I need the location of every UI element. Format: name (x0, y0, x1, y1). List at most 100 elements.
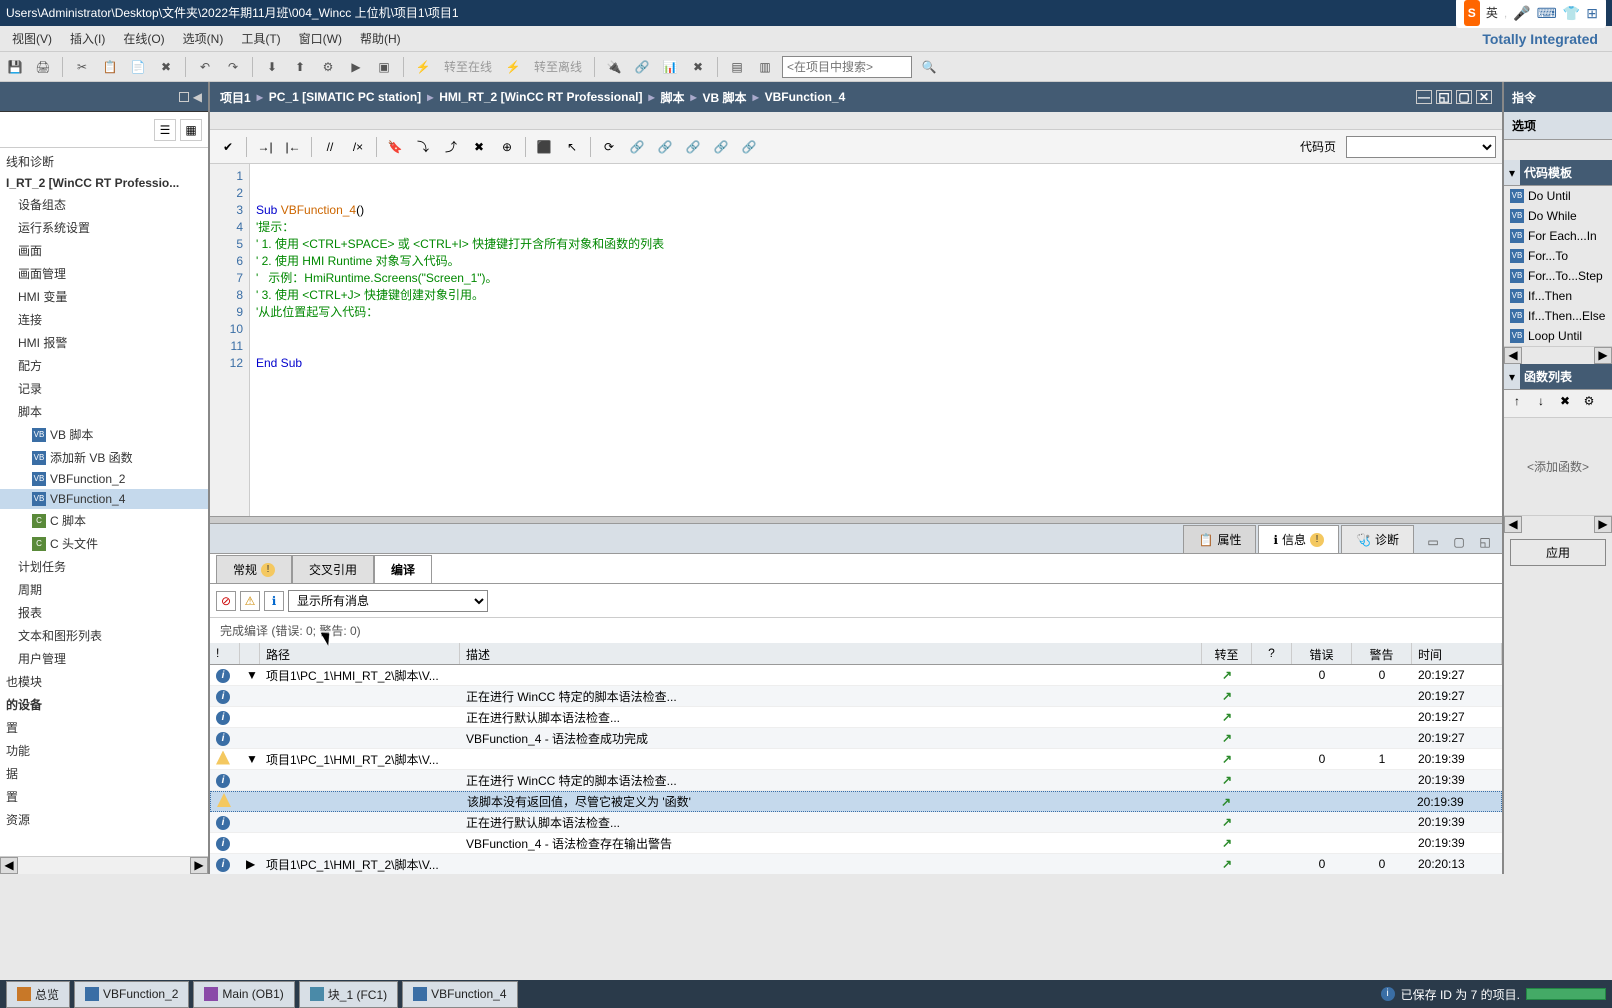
menu-insert[interactable]: 插入(I) (62, 28, 113, 49)
topology-icon[interactable]: 📊 (659, 56, 681, 78)
apply-button[interactable]: 应用 (1510, 539, 1606, 566)
copy-icon[interactable]: 📋 (99, 56, 121, 78)
tree-item[interactable]: 记录 (0, 377, 208, 400)
collapse-icon[interactable] (179, 92, 189, 102)
tab-info[interactable]: ℹ 信息 ! (1258, 525, 1339, 553)
bc-vb[interactable]: VB 脚本 (703, 89, 747, 106)
redo-icon[interactable]: ↷ (222, 56, 244, 78)
tree-item[interactable]: 据 (0, 762, 208, 785)
tree-item[interactable]: CC 头文件 (0, 532, 208, 555)
message-row[interactable]: i▼项目1\PC_1\HMI_RT_2\脚本\V...↗0020:19:27 (210, 665, 1502, 686)
tree-view-icon[interactable]: ☰ (154, 119, 176, 141)
chevron-left-icon[interactable]: ◀ (193, 90, 202, 104)
link4-icon[interactable]: 🔗 (709, 135, 733, 159)
menu-online[interactable]: 在线(O) (115, 28, 172, 49)
codepage-select[interactable] (1346, 136, 1496, 158)
scroll-left-icon[interactable]: ◀ (1504, 516, 1522, 533)
template-item[interactable]: VBFor Each...In (1504, 226, 1612, 246)
subtab-general[interactable]: 常规 ! (216, 555, 292, 583)
uncomment-icon[interactable]: /× (346, 135, 370, 159)
min-inspector-icon[interactable]: ▭ (1422, 531, 1444, 553)
tree-item[interactable]: HMI 报警 (0, 331, 208, 354)
subtab-compile[interactable]: 编译 (374, 555, 432, 583)
menu-options[interactable]: 选项(N) (175, 28, 232, 49)
taskbar-item[interactable]: Main (OB1) (193, 981, 294, 1008)
message-row[interactable]: i正在进行默认脚本语法检查...↗20:19:27 (210, 707, 1502, 728)
taskbar-item[interactable]: VBFunction_4 (402, 981, 517, 1008)
filter-select[interactable]: 显示所有消息 (288, 590, 488, 612)
tree-item[interactable]: 配方 (0, 354, 208, 377)
subtab-xref[interactable]: 交叉引用 (292, 555, 374, 583)
delete-fn-icon[interactable]: ✖ (1555, 393, 1575, 413)
compile-icon[interactable]: ⚙ (317, 56, 339, 78)
go-online-icon[interactable]: ⚡ (412, 56, 434, 78)
device-icon[interactable]: 🔌 (603, 56, 625, 78)
bc-hmi[interactable]: HMI_RT_2 [WinCC RT Professional] (439, 90, 642, 104)
scroll-right-icon[interactable]: ▶ (190, 857, 208, 874)
menu-window[interactable]: 窗口(W) (291, 28, 350, 49)
tree-item[interactable]: 置 (0, 716, 208, 739)
paste-icon[interactable]: 📄 (127, 56, 149, 78)
rt-icon[interactable]: ▣ (373, 56, 395, 78)
tree-detail-icon[interactable]: ▦ (180, 119, 202, 141)
filter-warning-button[interactable]: ⚠ (240, 591, 260, 611)
scroll-right-icon[interactable]: ▶ (1594, 347, 1612, 364)
taskbar-item[interactable]: VBFunction_2 (74, 981, 189, 1008)
message-row[interactable]: i▶项目1\PC_1\HMI_RT_2\脚本\V...↗0020:20:13 (210, 854, 1502, 874)
template-item[interactable]: VBLoop Until (1504, 326, 1612, 346)
tree-item[interactable]: HMI 变量 (0, 285, 208, 308)
bookmark-next-icon[interactable]: ⤵ (411, 135, 435, 159)
restore-icon[interactable]: ◱ (1436, 90, 1452, 104)
minimize-icon[interactable]: — (1416, 90, 1432, 104)
max-inspector-icon[interactable]: ▢ (1448, 531, 1470, 553)
project-tree[interactable]: 线和诊断I_RT_2 [WinCC RT Professio...设备组态运行系… (0, 148, 208, 856)
scroll-right-icon[interactable]: ▶ (1594, 516, 1612, 533)
tree-item[interactable]: 用户管理 (0, 647, 208, 670)
template-item[interactable]: VBDo Until (1504, 186, 1612, 206)
link3-icon[interactable]: 🔗 (681, 135, 705, 159)
go-online-label[interactable]: 转至在线 (440, 58, 496, 75)
bookmark-all-icon[interactable]: ⊕ (495, 135, 519, 159)
filter-info-button[interactable]: ℹ (264, 591, 284, 611)
tree-item[interactable]: 资源 (0, 808, 208, 831)
tree-item[interactable]: 连接 (0, 308, 208, 331)
right-options[interactable]: 选项 (1504, 112, 1612, 140)
go-offline-label[interactable]: 转至离线 (530, 58, 586, 75)
project-search-input[interactable] (782, 56, 912, 78)
goto-arrow-icon[interactable]: ↗ (1222, 815, 1232, 829)
tree-item[interactable]: VBVBFunction_4 (0, 489, 208, 509)
scroll-left-icon[interactable]: ◀ (0, 857, 18, 874)
cut-icon[interactable]: ✂ (71, 56, 93, 78)
filter-error-button[interactable]: ⊘ (216, 591, 236, 611)
menu-tools[interactable]: 工具(T) (233, 28, 288, 49)
tree-item[interactable]: I_RT_2 [WinCC RT Professio... (0, 173, 208, 193)
function-list-header[interactable]: 函数列表 (1520, 364, 1612, 389)
goto-arrow-icon[interactable]: ↗ (1222, 836, 1232, 850)
bookmark-prev-icon[interactable]: ⤴ (439, 135, 463, 159)
tree-hscroll[interactable]: ◀ ▶ (0, 856, 208, 874)
close-icon[interactable]: ✖ (687, 56, 709, 78)
undo-icon[interactable]: ↶ (194, 56, 216, 78)
message-row[interactable]: iVBFunction_4 - 语法检查成功完成↗20:19:27 (210, 728, 1502, 749)
goto-arrow-icon[interactable]: ↗ (1222, 731, 1232, 745)
bc-pc[interactable]: PC_1 [SIMATIC PC station] (269, 90, 421, 104)
tree-item[interactable]: 的设备 (0, 693, 208, 716)
message-row[interactable]: i正在进行 WinCC 特定的脚本语法检查...↗20:19:27 (210, 686, 1502, 707)
menu-help[interactable]: 帮助(H) (352, 28, 409, 49)
template-item[interactable]: VBIf...Then (1504, 286, 1612, 306)
tree-item[interactable]: 计划任务 (0, 555, 208, 578)
save-icon[interactable]: 💾 (4, 56, 26, 78)
move-up-icon[interactable]: ↑ (1507, 393, 1527, 413)
message-row[interactable]: 该脚本没有返回值，尽管它被定义为 '函数'↗20:19:39 (210, 791, 1502, 812)
chevron-down-icon[interactable]: ▾ (1504, 370, 1520, 384)
tree-item[interactable]: 脚本 (0, 400, 208, 423)
goto-arrow-icon[interactable]: ↗ (1221, 795, 1231, 809)
tab-properties[interactable]: 📋 属性 (1183, 525, 1256, 553)
close-editor-icon[interactable]: ✕ (1476, 90, 1492, 104)
menu-view[interactable]: 视图(V) (4, 28, 60, 49)
goto-arrow-icon[interactable]: ↗ (1222, 710, 1232, 724)
split-h-icon[interactable]: ▤ (726, 56, 748, 78)
fn-hscroll[interactable]: ◀ ▶ (1504, 515, 1612, 533)
scroll-left-icon[interactable]: ◀ (1504, 347, 1522, 364)
cursor-icon[interactable]: ↖ (560, 135, 584, 159)
